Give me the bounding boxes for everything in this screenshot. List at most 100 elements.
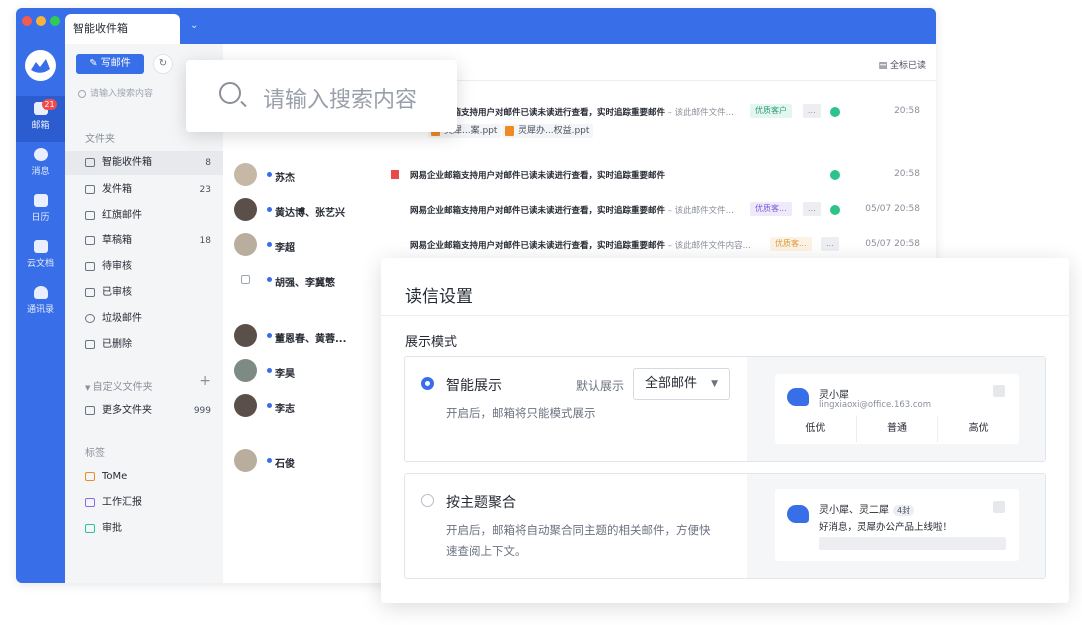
- more-button[interactable]: ...: [803, 202, 821, 216]
- flag-icon: [85, 211, 95, 220]
- preview-area: 灵小犀、灵二犀 4封 好消息，灵犀办公产品上线啦！: [747, 474, 1045, 578]
- search-icon: [78, 90, 86, 98]
- window-controls: [22, 16, 60, 26]
- option-smart-display[interactable]: 智能展示 默认展示 全部邮件 ▼ 开启后，邮箱将只能模式展示 灵小犀 lingx…: [404, 356, 1046, 462]
- caret-down-icon: ▼: [85, 384, 93, 392]
- compose-button[interactable]: ✎ 写邮件: [76, 54, 144, 74]
- custom-folders-heading[interactable]: ▼ 自定义文件夹: [85, 378, 153, 393]
- mark-read-icon: ▤: [878, 61, 890, 71]
- mark-all-read-button[interactable]: ▤ 全标已读: [879, 58, 926, 71]
- refresh-button[interactable]: ↻: [153, 54, 173, 74]
- sidebar-item-tag-tome[interactable]: ToMe: [65, 465, 223, 489]
- add-folder-button[interactable]: +: [199, 373, 211, 389]
- rail-item-contacts[interactable]: 通讯录: [16, 280, 65, 326]
- chat-icon[interactable]: [830, 205, 840, 215]
- app-logo: [25, 50, 56, 81]
- mail-row[interactable]: 黄达博、张艺兴 网易企业邮箱支持用户对邮件已读未读进行查看，实时追踪重要邮件 –…: [223, 192, 936, 227]
- sidebar-item-tag-report[interactable]: 工作汇报: [65, 491, 223, 515]
- sidebar-item-smart-inbox[interactable]: 智能收件箱 8: [65, 151, 223, 175]
- mail-time: 20:58: [894, 169, 920, 179]
- folder-label: 红旗邮件: [102, 210, 142, 221]
- rail-item-calendar[interactable]: 日历: [16, 188, 65, 234]
- more-button[interactable]: ...: [821, 237, 839, 251]
- trash-icon: [85, 340, 95, 349]
- search-placeholder: 请输入搜索内容: [90, 89, 154, 99]
- preview-card: 灵小犀、灵二犀 4封 好消息，灵犀办公产品上线啦！: [775, 489, 1019, 561]
- unread-dot: [267, 242, 272, 247]
- chevron-down-icon[interactable]: ⌄: [190, 20, 198, 31]
- rail-item-docs[interactable]: 云文档: [16, 234, 65, 280]
- sidebar-item-flagged[interactable]: 红旗邮件: [65, 204, 223, 228]
- attachment-chip[interactable]: 灵犀办...权益.ppt: [502, 124, 594, 138]
- chat-icon[interactable]: [830, 107, 840, 117]
- check-doc-icon: [85, 288, 95, 297]
- default-display-label: 默认展示: [576, 379, 625, 393]
- mail-summary: – 该此邮件文件内容...: [665, 241, 751, 251]
- preview-checkbox: [993, 385, 1005, 397]
- folder-label: 更多文件夹: [102, 405, 152, 416]
- option-title: 智能展示: [446, 378, 502, 394]
- sidebar-item-more-folders[interactable]: 更多文件夹 999: [65, 399, 223, 423]
- mail-time: 05/07 20:58: [865, 204, 920, 214]
- search-icon: [219, 82, 241, 104]
- inbox-icon: [85, 158, 95, 167]
- tab-smart-inbox[interactable]: 智能收件箱: [65, 14, 180, 44]
- tags-heading: 标签: [85, 448, 105, 459]
- rail-item-messages[interactable]: 消息: [16, 142, 65, 188]
- sidebar-item-pending-review[interactable]: 待审核: [65, 255, 223, 279]
- mail-time: 20:58: [894, 106, 920, 116]
- row-checkbox[interactable]: [241, 275, 250, 284]
- sidebar-item-deleted[interactable]: 已删除: [65, 333, 223, 357]
- sidebar-item-reviewed[interactable]: 已审核: [65, 281, 223, 305]
- unread-dot: [267, 403, 272, 408]
- search-popup[interactable]: 请输入搜索内容: [186, 60, 457, 132]
- sidebar-item-drafts[interactable]: 草稿箱 18: [65, 229, 223, 253]
- mail-sender: 李志: [275, 404, 295, 415]
- close-window-button[interactable]: [22, 16, 32, 26]
- app-logo: [787, 388, 809, 406]
- folder-label: 已删除: [102, 339, 132, 350]
- unread-dot: [267, 333, 272, 338]
- rail-label: 邮箱: [31, 121, 50, 131]
- mail-subject: 网易企业邮箱支持用户对邮件已读未读进行查看，实时追踪重要邮件 – 该此邮件文件.…: [410, 106, 734, 118]
- avatar: [234, 163, 257, 186]
- mail-sender: 石俊: [275, 459, 295, 470]
- unread-dot: [267, 368, 272, 373]
- red-flag-icon[interactable]: [391, 170, 399, 179]
- sidebar-item-spam[interactable]: 垃圾邮件: [65, 307, 223, 331]
- folder-count: 8: [205, 158, 211, 168]
- unread-badge: 21: [42, 99, 57, 110]
- option-group-by-subject[interactable]: 按主题聚合 开启后，邮箱将自动聚合同主题的相关邮件，方便快 速查阅上下文。 灵小…: [404, 473, 1046, 579]
- chat-icon[interactable]: [830, 170, 840, 180]
- pencil-icon: ✎: [89, 58, 101, 69]
- minimize-window-button[interactable]: [36, 16, 46, 26]
- mail-sender: 苏杰: [275, 173, 295, 184]
- subject-text: 网易企业邮箱支持用户对邮件已读未读进行查看，实时追踪重要邮件: [410, 241, 666, 251]
- folder-icon: [85, 406, 95, 415]
- search-popup-placeholder: 请输入搜索内容: [263, 88, 418, 113]
- app-logo: [787, 505, 809, 523]
- sidebar-item-tag-approval[interactable]: 审批: [65, 517, 223, 541]
- rail-item-mail[interactable]: 21 邮箱: [16, 96, 65, 142]
- preview-email: lingxiaoxi@office.163.com: [819, 400, 932, 410]
- tab-low-priority: 低优: [775, 416, 857, 442]
- folder-label: 智能收件箱: [102, 157, 152, 168]
- ppt-icon: [505, 126, 514, 136]
- attachment-name: 灵犀办...权益.ppt: [518, 126, 590, 136]
- group-by-subject-radio[interactable]: [421, 494, 434, 507]
- default-display-select[interactable]: 全部邮件 ▼: [633, 368, 730, 400]
- smart-display-radio[interactable]: [421, 377, 434, 390]
- spam-icon: [85, 314, 95, 323]
- mail-row[interactable]: 李超 网易企业邮箱支持用户对邮件已读未读进行查看，实时追踪重要邮件 – 该此邮件…: [223, 227, 936, 262]
- preview-area: 灵小犀 lingxiaoxi@office.163.com 低优 普通 高优: [747, 357, 1045, 461]
- calendar-icon: [33, 194, 48, 207]
- mail-row[interactable]: 苏杰 网易企业邮箱支持用户对邮件已读未读进行查看，实时追踪重要邮件 20:58: [223, 157, 936, 192]
- folder-label: 草稿箱: [102, 235, 132, 246]
- preview-card: 灵小犀 lingxiaoxi@office.163.com 低优 普通 高优: [775, 374, 1019, 444]
- tag-label: 审批: [102, 523, 122, 534]
- more-button[interactable]: ...: [803, 104, 821, 118]
- compose-label: 写邮件: [100, 58, 131, 69]
- preview-placeholder-bar: [819, 537, 1006, 550]
- maximize-window-button[interactable]: [50, 16, 60, 26]
- sidebar-item-sent[interactable]: 发件箱 23: [65, 178, 223, 202]
